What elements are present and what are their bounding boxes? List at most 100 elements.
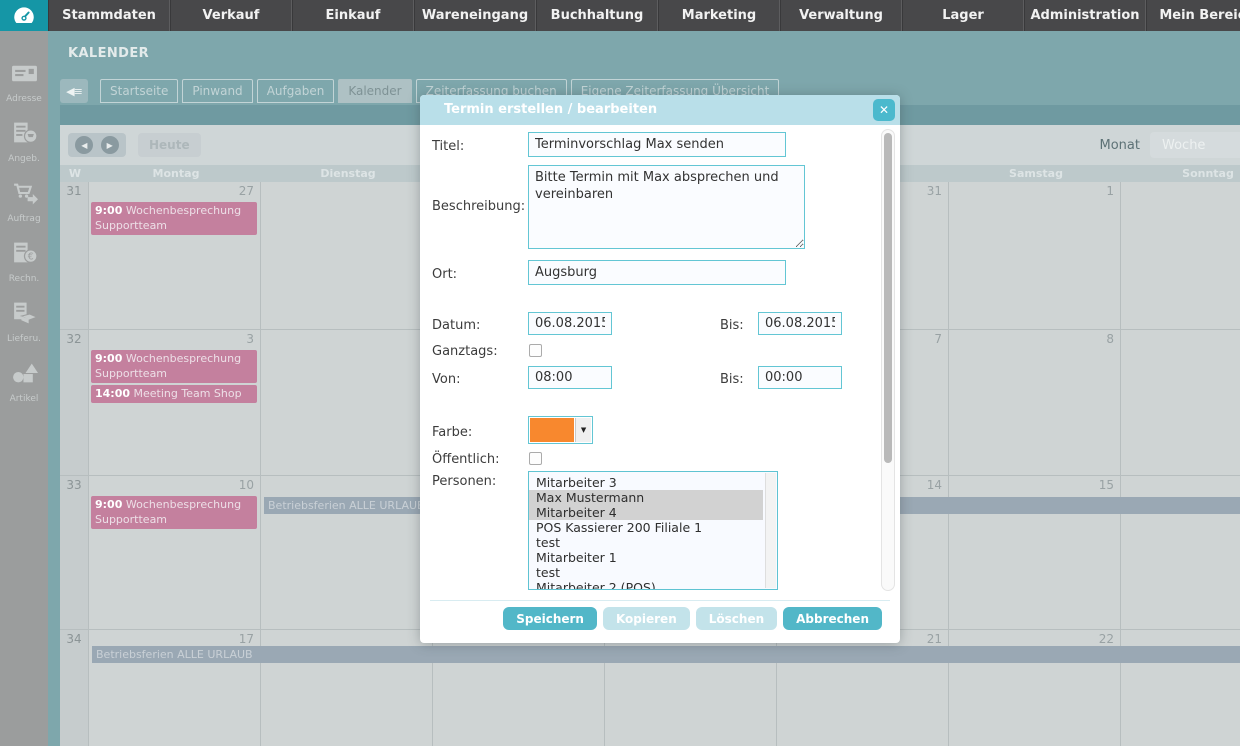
speichern-button[interactable]: Speichern [503, 607, 597, 630]
day-cell[interactable] [261, 182, 433, 329]
day-events: 9:00 Wochenbesprechung Supportteam 14:00 … [91, 350, 257, 405]
calendar-event[interactable]: 14:00 Meeting Team Shop [91, 385, 257, 403]
day-cell[interactable] [261, 330, 433, 475]
person-option[interactable]: Mitarbeiter 3 [529, 475, 763, 490]
calendar-event[interactable]: 9:00 Wochenbesprechung Supportteam [91, 202, 257, 235]
day-number: 3 [89, 330, 260, 346]
person-option[interactable]: Mitarbeiter 1 [529, 550, 763, 565]
ganztags-checkbox[interactable] [529, 344, 542, 357]
app-logo[interactable] [0, 0, 48, 31]
page-title: KALENDER [68, 46, 149, 61]
sidebar-item-angeb[interactable]: Angeb. [0, 121, 48, 164]
calendar-event[interactable]: 9:00 Wochenbesprechung Supportteam [91, 350, 257, 383]
tab-startseite[interactable]: Startseite [100, 79, 178, 103]
beschreibung-textarea[interactable]: Bitte Termin mit Max absprechen und vere… [528, 165, 805, 249]
sidebar-item-artikel[interactable]: Artikel [0, 361, 48, 404]
day-number [1121, 330, 1240, 346]
calendar-nav-group: ◀ ▶ [68, 133, 126, 157]
sidebar-item-lieferu[interactable]: Lieferu. [0, 301, 48, 344]
von-bis-input[interactable] [758, 366, 842, 389]
day-cell[interactable] [1121, 182, 1240, 329]
event-time: 9:00 [95, 352, 122, 365]
event-time: 14:00 [95, 387, 130, 400]
personen-list-scrollbar[interactable] [765, 473, 776, 588]
next-month-button[interactable]: ▶ [101, 136, 119, 154]
nav-item-verwaltung[interactable]: Verwaltung [780, 0, 902, 31]
sidebar-item-label: Rechn. [9, 274, 40, 284]
sidebar-item-auftrag[interactable]: Auftrag [0, 181, 48, 224]
day-cell[interactable]: 279:00 Wochenbesprechung Supportteam [89, 182, 261, 329]
nav-item-verkauf[interactable]: Verkauf [170, 0, 292, 31]
person-option[interactable]: Max Mustermann [529, 490, 763, 505]
tab-kalender[interactable]: Kalender [338, 79, 411, 103]
kopieren-button[interactable]: Kopieren [603, 607, 690, 630]
day-events: 9:00 Wochenbesprechung Supportteam [91, 202, 257, 237]
month-view-button[interactable]: Monat [1100, 138, 1140, 153]
datum-bis-input[interactable] [758, 312, 842, 335]
collapse-icon: ◀≡ [66, 85, 82, 98]
person-option[interactable]: POS Kassierer 200 Filiale 1 [529, 520, 763, 535]
nav-item-wareneingang[interactable]: Wareneingang [414, 0, 536, 31]
sidebar-item-adresse[interactable]: Adresse [0, 61, 48, 104]
titel-label: Titel: [432, 139, 464, 154]
oeffentlich-checkbox[interactable] [529, 452, 542, 465]
nav-item-mein-bereich[interactable]: Mein Bereich [1146, 0, 1240, 31]
dialog-header: Termin erstellen / bearbeiten ✕ [420, 95, 900, 125]
tab-aufgaben[interactable]: Aufgaben [257, 79, 335, 103]
nav-item-stammdaten[interactable]: Stammdaten [48, 0, 170, 31]
prev-icon: ◀ [81, 141, 87, 150]
day-cell[interactable]: 8 [949, 330, 1121, 475]
von-input[interactable] [528, 366, 612, 389]
appointment-dialog: Termin erstellen / bearbeiten ✕ Titel: B… [420, 95, 900, 643]
day-cell[interactable]: 3 9:00 Wochenbesprechung Supportteam 14:00… [89, 330, 261, 475]
sidebar-item-rechn[interactable]: € Rechn. [0, 241, 48, 284]
day-number [261, 330, 432, 346]
tab-pinwand[interactable]: Pinwand [182, 79, 252, 103]
article-shapes-icon [11, 361, 38, 389]
nav-item-buchhaltung[interactable]: Buchhaltung [536, 0, 658, 31]
gauge-logo-icon [11, 3, 37, 29]
beschreibung-label: Beschreibung: [432, 199, 525, 214]
abbrechen-button[interactable]: Abbrechen [783, 607, 882, 630]
nav-item-administration[interactable]: Administration [1024, 0, 1146, 31]
holiday-banner[interactable]: Betriebsferien ALLE URLAUB [92, 646, 1240, 663]
day-header-dienstag: Dienstag [262, 165, 434, 182]
prev-month-button[interactable]: ◀ [75, 136, 93, 154]
day-number: 8 [949, 330, 1120, 346]
day-number [1121, 630, 1240, 646]
person-option[interactable]: Mitarbeiter 2 (POS) [529, 580, 763, 590]
week-view-button[interactable]: Woche [1150, 132, 1240, 158]
von-label: Von: [432, 372, 460, 387]
nav-item-einkauf[interactable]: Einkauf [292, 0, 414, 31]
person-option[interactable]: test [529, 535, 763, 550]
person-option[interactable]: test [529, 565, 763, 580]
titel-input[interactable] [528, 132, 786, 157]
close-icon[interactable]: ✕ [873, 99, 895, 121]
ganztags-label: Ganztags: [432, 344, 498, 359]
day-cell[interactable]: 1 [949, 182, 1121, 329]
datum-input[interactable] [528, 312, 612, 335]
farbe-dropdown[interactable]: ▼ [528, 416, 593, 444]
day-number [261, 476, 432, 492]
invoice-euro-icon: € [11, 241, 38, 269]
person-option[interactable]: Mitarbeiter 4 [529, 505, 763, 520]
day-number: 10 [89, 476, 260, 492]
today-button[interactable]: Heute [138, 133, 201, 157]
l-schen-button[interactable]: Löschen [696, 607, 777, 630]
personen-listbox[interactable]: Mitarbeiter 3Max MustermannMitarbeiter 4… [528, 471, 778, 590]
datum-label: Datum: [432, 318, 480, 333]
day-header-montag: Montag [90, 165, 262, 182]
day-cell[interactable]: 10 9:00 Wochenbesprechung Supportteam [89, 476, 261, 629]
sidebar-item-label: Adresse [6, 94, 42, 104]
day-cell[interactable] [1121, 330, 1240, 475]
ort-input[interactable] [528, 260, 786, 285]
nav-item-marketing[interactable]: Marketing [658, 0, 780, 31]
calendar-event[interactable]: 9:00 Wochenbesprechung Supportteam [91, 496, 257, 529]
dialog-scrollbar[interactable] [881, 129, 895, 591]
day-header-sonntag: Sonntag [1122, 165, 1240, 182]
nav-item-lager[interactable]: Lager [902, 0, 1024, 31]
day-events: 9:00 Wochenbesprechung Supportteam [91, 496, 257, 531]
nav-menu: StammdatenVerkaufEinkaufWareneingangBuch… [48, 0, 1240, 31]
dialog-scrollbar-thumb[interactable] [884, 133, 892, 463]
collapse-sidebar-button[interactable]: ◀≡ [60, 79, 88, 103]
